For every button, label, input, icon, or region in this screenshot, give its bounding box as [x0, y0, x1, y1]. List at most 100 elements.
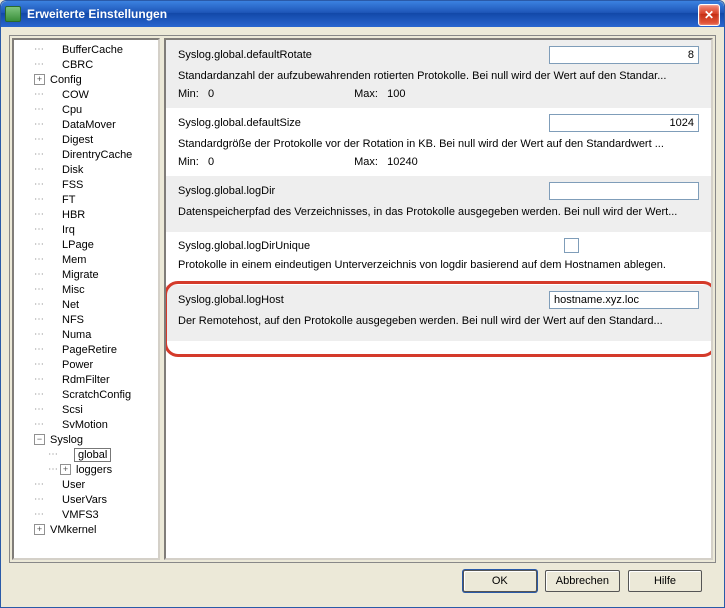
- tree-item-rdmfilter[interactable]: ⋯RdmFilter: [16, 372, 156, 387]
- setting-description: Standardanzahl der aufzubewahrenden roti…: [178, 70, 699, 88]
- tree-item-pageretire[interactable]: ⋯PageRetire: [16, 342, 156, 357]
- tree-item-scsi[interactable]: ⋯Scsi: [16, 402, 156, 417]
- tree-item-direntrycache[interactable]: ⋯DirentryCache: [16, 147, 156, 162]
- tree-item-label: PageRetire: [60, 344, 119, 356]
- tree-item-label: DirentryCache: [60, 149, 134, 161]
- tree-connector: ⋯: [34, 479, 43, 490]
- tree-item-label: Numa: [60, 329, 93, 341]
- tree-item-vmkernel[interactable]: +VMkernel: [16, 522, 156, 537]
- tree-connector: ⋯: [34, 509, 43, 520]
- setting-max: Max: 10240: [354, 156, 418, 168]
- tree-connector: ⋯: [34, 104, 43, 115]
- client-area: ⋯BufferCache⋯CBRC+Config⋯COW⋯Cpu⋯DataMov…: [1, 27, 724, 607]
- tree-item-nfs[interactable]: ⋯ NFS: [16, 312, 156, 327]
- tree-item-uservars[interactable]: ⋯UserVars: [16, 492, 156, 507]
- expand-icon[interactable]: +: [34, 524, 45, 535]
- tree-connector: ⋯: [34, 419, 43, 430]
- tree-item-user[interactable]: ⋯User: [16, 477, 156, 492]
- setting-value-input[interactable]: [549, 291, 699, 309]
- tree-item-misc[interactable]: ⋯Misc: [16, 282, 156, 297]
- tree-item-net[interactable]: ⋯ Net: [16, 297, 156, 312]
- tree-item-label: Digest: [60, 134, 95, 146]
- settings-panel: Syslog.global.defaultRotate Standardanzah…: [164, 38, 713, 560]
- tree-item-power[interactable]: ⋯ Power: [16, 357, 156, 372]
- setting-min: Min: 0: [178, 88, 214, 100]
- tree-connector: ⋯: [34, 209, 43, 220]
- setting-name: Syslog.global.logDir: [178, 185, 275, 197]
- setting-value-input[interactable]: [549, 46, 699, 64]
- tree-item-label: COW: [60, 89, 91, 101]
- setting-checkbox[interactable]: [564, 238, 579, 253]
- setting-Syslog-global-logDir: Syslog.global.logDirDatenspeicherpfad de…: [166, 176, 711, 232]
- tree-item-irq[interactable]: ⋯Irq: [16, 222, 156, 237]
- tree-item-cpu[interactable]: ⋯ Cpu: [16, 102, 156, 117]
- setting-Syslog-global-defaultSize: Syslog.global.defaultSizeStandardgröße d…: [166, 108, 711, 176]
- tree-item-migrate[interactable]: ⋯Migrate: [16, 267, 156, 282]
- expand-icon[interactable]: +: [34, 74, 45, 85]
- setting-description: Protokolle in einem eindeutigen Unterver…: [178, 259, 699, 277]
- tree-item-hbr[interactable]: ⋯HBR: [16, 207, 156, 222]
- tree-item-label: FT: [60, 194, 77, 206]
- tree-item-loggers[interactable]: ⋯+loggers: [16, 462, 156, 477]
- tree-item-digest[interactable]: ⋯ Digest: [16, 132, 156, 147]
- tree-item-ft[interactable]: ⋯FT: [16, 192, 156, 207]
- setting-value-input[interactable]: [549, 182, 699, 200]
- tree-item-disk[interactable]: ⋯Disk: [16, 162, 156, 177]
- tree-connector: ⋯: [34, 494, 43, 505]
- tree-connector: ⋯: [34, 89, 43, 100]
- setting-Syslog-global-logDirUnique: Syslog.global.logDirUnique Protokolle in …: [166, 232, 711, 285]
- tree-connector: ⋯: [34, 254, 43, 265]
- tree-connector: ⋯: [34, 359, 43, 370]
- tree-item-lpage[interactable]: ⋯LPage: [16, 237, 156, 252]
- tree-item-label: VMFS3: [60, 509, 101, 521]
- tree-item-cow[interactable]: ⋯ COW: [16, 87, 156, 102]
- tree-item-config[interactable]: +Config: [16, 72, 156, 87]
- tree-item-cbrc[interactable]: ⋯CBRC: [16, 57, 156, 72]
- tree-item-label: Mem: [60, 254, 88, 266]
- tree-connector: ⋯: [34, 329, 43, 340]
- tree-item-label: Power: [60, 359, 95, 371]
- tree-item-label: Scsi: [60, 404, 85, 416]
- tree-item-buffercache[interactable]: ⋯BufferCache: [16, 42, 156, 57]
- collapse-icon[interactable]: −: [34, 434, 45, 445]
- tree-connector: ⋯: [34, 134, 43, 145]
- tree-item-vmfs3[interactable]: ⋯ VMFS3: [16, 507, 156, 522]
- cancel-button[interactable]: Abbrechen: [545, 570, 620, 592]
- tree-item-label: Cpu: [60, 104, 84, 116]
- setting-name: Syslog.global.logHost: [178, 294, 284, 306]
- setting-Syslog-global-defaultRotate: Syslog.global.defaultRotate Standardanzah…: [166, 40, 711, 108]
- ok-button[interactable]: OK: [463, 570, 537, 592]
- expand-icon[interactable]: +: [60, 464, 71, 475]
- category-tree[interactable]: ⋯BufferCache⋯CBRC+Config⋯COW⋯Cpu⋯DataMov…: [12, 38, 160, 560]
- tree-item-label: LPage: [60, 239, 96, 251]
- tree-item-datamover[interactable]: ⋯DataMover: [16, 117, 156, 132]
- tree-connector: ⋯: [34, 59, 43, 70]
- setting-description: Der Remotehost, auf den Protokolle ausge…: [178, 315, 699, 333]
- tree-item-syslog[interactable]: −Syslog: [16, 432, 156, 447]
- tree-item-label: BufferCache: [60, 44, 125, 56]
- setting-name: Syslog.global.defaultRotate: [178, 49, 312, 61]
- tree-item-numa[interactable]: ⋯ Numa: [16, 327, 156, 342]
- tree-connector: ⋯: [34, 269, 43, 280]
- tree-item-scratchconfig[interactable]: ⋯ScratchConfig: [16, 387, 156, 402]
- tree-item-fss[interactable]: ⋯FSS: [16, 177, 156, 192]
- tree-item-global[interactable]: ⋯global: [16, 447, 156, 462]
- tree-connector: ⋯: [34, 299, 43, 310]
- setting-value-input[interactable]: [549, 114, 699, 132]
- tree-item-label: Syslog: [48, 434, 85, 446]
- dialog-window: Erweiterte Einstellungen ✕ ⋯BufferCache⋯…: [0, 0, 725, 608]
- tree-item-label: VMkernel: [48, 524, 98, 536]
- setting-min: Min: 0: [178, 156, 214, 168]
- setting-name: Syslog.global.logDirUnique: [178, 240, 310, 252]
- tree-item-label: Net: [60, 299, 81, 311]
- tree-item-svmotion[interactable]: ⋯SvMotion: [16, 417, 156, 432]
- tree-item-mem[interactable]: ⋯ Mem: [16, 252, 156, 267]
- help-button[interactable]: Hilfe: [628, 570, 702, 592]
- tree-item-label: global: [74, 448, 111, 462]
- close-button[interactable]: ✕: [698, 4, 720, 26]
- tree-connector: ⋯: [34, 314, 43, 325]
- titlebar: Erweiterte Einstellungen ✕: [1, 1, 724, 27]
- tree-item-label: ScratchConfig: [60, 389, 133, 401]
- close-icon: ✕: [704, 8, 714, 22]
- tree-item-label: NFS: [60, 314, 86, 326]
